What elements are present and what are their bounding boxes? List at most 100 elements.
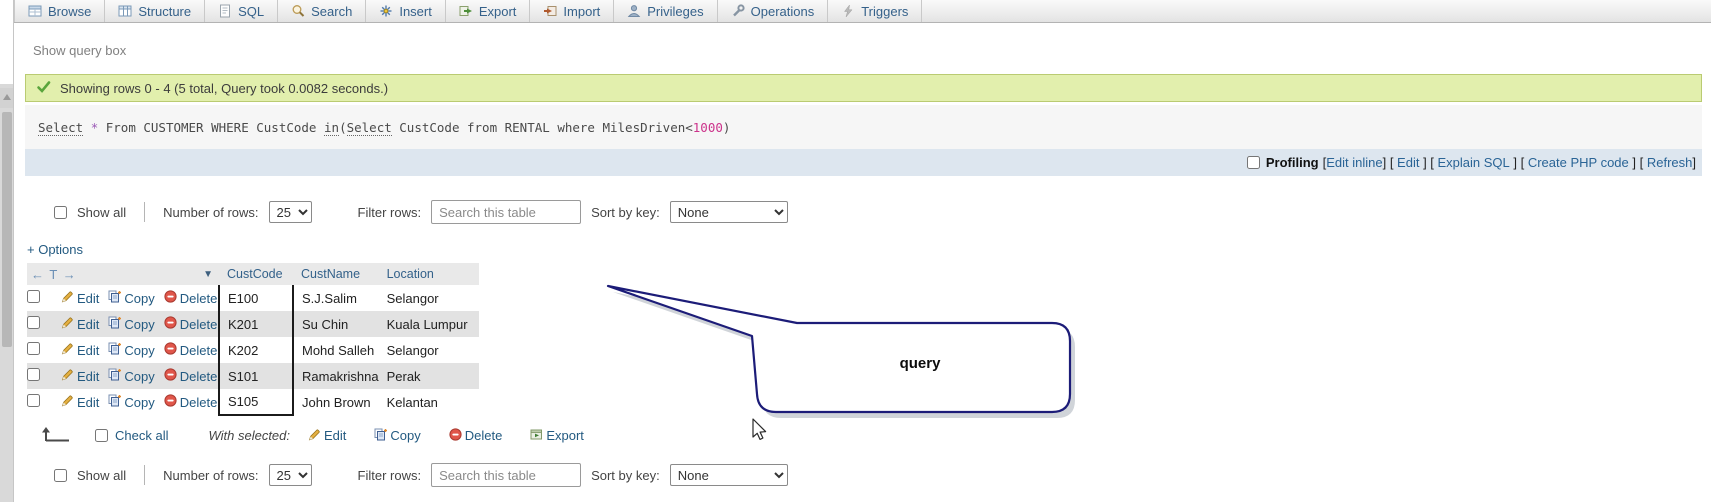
number-of-rows-select[interactable]: 25	[268, 201, 312, 223]
number-of-rows-select[interactable]: 25	[268, 464, 312, 486]
structure-icon	[118, 4, 132, 18]
show-all-checkbox[interactable]	[54, 205, 67, 219]
tab-label: SQL	[238, 3, 265, 19]
row-checkbox[interactable]	[27, 316, 40, 329]
pencil-icon	[61, 394, 74, 410]
filter-rows-input[interactable]	[431, 463, 582, 487]
edit-row-link[interactable]: Edit	[61, 394, 99, 410]
tab-label: Triggers	[861, 3, 909, 19]
delete-row-link[interactable]: Delete	[164, 316, 217, 332]
copy-row-link[interactable]: Copy	[108, 368, 155, 384]
table-row[interactable]: Edit Copy Delete E100 S.J.Salim Selangor	[27, 285, 479, 311]
edit-selected-link[interactable]: Edit	[308, 428, 346, 444]
tab-browse[interactable]: Browse	[14, 0, 106, 22]
filter-rows-label: Filter rows:	[357, 467, 422, 483]
cell-custname: Mohd Salleh	[302, 342, 375, 358]
filter-rows-input[interactable]	[431, 200, 582, 224]
tab-triggers[interactable]: Triggers	[828, 0, 923, 22]
cell-custname: Ramakrishna	[302, 368, 379, 384]
scrollbar-up-button[interactable]	[0, 88, 13, 108]
copy-row-link[interactable]: Copy	[108, 394, 155, 410]
show-query-box-link[interactable]: Show query box	[33, 43, 126, 58]
sort-by-key-select[interactable]: None	[669, 464, 788, 486]
edit-inline-link[interactable]: Edit inline	[1326, 155, 1382, 170]
copy-icon	[108, 290, 122, 306]
delete-row-link[interactable]: Delete	[164, 368, 217, 384]
copy-row-link[interactable]: Copy	[108, 342, 155, 358]
edit-row-link[interactable]: Edit	[61, 368, 99, 384]
delete-icon	[449, 427, 462, 444]
tab-export[interactable]: Export	[446, 0, 531, 22]
column-header-custcode[interactable]: CustCode	[219, 263, 293, 285]
operations-icon	[731, 4, 745, 18]
delete-icon	[164, 368, 177, 384]
tab-import[interactable]: Import	[530, 0, 615, 22]
cell-custcode: K202	[218, 337, 294, 363]
tab-label: Privileges	[647, 3, 704, 19]
row-checkbox[interactable]	[27, 368, 40, 381]
number-of-rows-label: Number of rows:	[163, 204, 259, 220]
copy-selected-link[interactable]: Copy	[374, 428, 421, 444]
export-icon	[459, 4, 473, 18]
delete-icon	[164, 316, 177, 332]
show-all-checkbox[interactable]	[54, 468, 67, 482]
column-header-location[interactable]: Location	[379, 263, 479, 285]
create-php-code-link[interactable]: Create PHP code	[1528, 155, 1629, 170]
tab-sql[interactable]: SQL	[205, 0, 279, 22]
with-selected-label: With selected:	[208, 428, 290, 443]
sql-number: 1000	[692, 120, 723, 135]
with-selected-bar: Check all With selected: Edit Copy Delet…	[39, 426, 1711, 445]
row-checkbox[interactable]	[27, 290, 40, 303]
cell-location: Selangor	[386, 342, 439, 358]
table-row[interactable]: Edit Copy Delete S101 Ramakrishna Perak	[27, 363, 479, 389]
delete-row-link[interactable]: Delete	[164, 290, 217, 306]
tab-search[interactable]: Search	[278, 0, 367, 22]
row-checkbox[interactable]	[27, 342, 40, 355]
profiling-checkbox[interactable]	[1246, 156, 1260, 169]
column-header-custname[interactable]: CustName	[293, 263, 379, 285]
sort-by-key-select[interactable]: None	[669, 201, 788, 223]
delete-selected-link[interactable]: Delete	[449, 427, 502, 444]
column-reorder-icon[interactable]: ← T →	[31, 267, 77, 282]
export-selected-link[interactable]: Export	[530, 428, 584, 444]
tab-operations[interactable]: Operations	[718, 0, 829, 22]
tab-structure[interactable]: Structure	[105, 0, 206, 22]
up-arrow-icon	[2, 94, 11, 100]
nav-panel-rail	[0, 0, 14, 502]
cell-custname: Su Chin	[302, 316, 349, 332]
cell-custcode: E100	[218, 285, 294, 311]
sort-descending-icon[interactable]: ▼	[203, 269, 213, 280]
row-checkbox[interactable]	[27, 394, 40, 407]
browse-controls-bottom: Show all Number of rows: 25 Filter rows:…	[54, 463, 1711, 487]
copy-row-link[interactable]: Copy	[108, 290, 155, 306]
table-row[interactable]: Edit Copy Delete K202 Mohd Salleh Selang…	[27, 337, 479, 363]
pencil-icon	[308, 428, 321, 444]
tab-privileges[interactable]: Privileges	[614, 0, 718, 22]
sql-query-band: Select * From CUSTOMER WHERE CustCode in…	[25, 105, 1702, 149]
browse-controls-top: Show all Number of rows: 25 Filter rows:…	[54, 200, 1711, 224]
edit-row-link[interactable]: Edit	[61, 290, 99, 306]
delete-icon	[164, 290, 177, 306]
copy-icon	[374, 428, 388, 444]
scrollbar-thumb[interactable]	[1, 112, 12, 347]
sql-keyword: Select	[38, 120, 84, 136]
options-toggle-link[interactable]: + Options	[27, 242, 83, 257]
explain-sql-link[interactable]: Explain SQL	[1438, 155, 1510, 170]
check-all-checkbox[interactable]	[95, 429, 108, 442]
delete-row-link[interactable]: Delete	[164, 394, 217, 410]
check-all-control[interactable]: Check all	[95, 428, 168, 443]
cell-location: Kelantan	[386, 394, 438, 410]
edit-row-link[interactable]: Edit	[61, 342, 99, 358]
sql-keyword: Select	[346, 120, 392, 136]
delete-row-link[interactable]: Delete	[164, 342, 217, 358]
results-table: ← T → ▼ CustCode CustName Location Edit …	[27, 263, 479, 416]
edit-link[interactable]: Edit	[1397, 155, 1419, 170]
edit-row-link[interactable]: Edit	[61, 316, 99, 332]
table-row[interactable]: Edit Copy Delete S105 John Brown Kelanta…	[27, 389, 479, 416]
refresh-link[interactable]: Refresh	[1647, 155, 1693, 170]
tab-label: Export	[478, 3, 517, 19]
sql-keyword: in	[324, 120, 340, 136]
tab-insert[interactable]: Insert	[366, 0, 446, 22]
table-row[interactable]: Edit Copy Delete K201 Su Chin Kuala Lump…	[27, 311, 479, 337]
copy-row-link[interactable]: Copy	[108, 316, 155, 332]
